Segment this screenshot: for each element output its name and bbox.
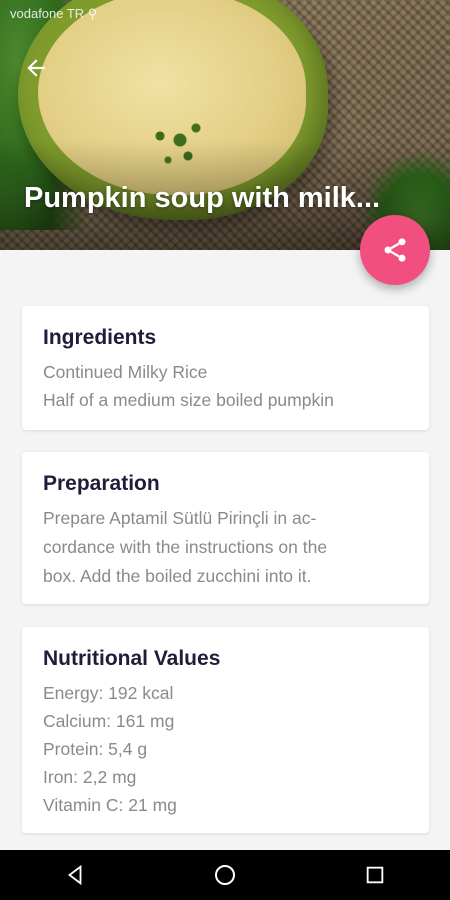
nutrition-item: Vitamin C: 21 mg	[43, 795, 177, 815]
recipe-title: Pumpkin soup with milk...	[24, 182, 381, 214]
system-navigation-bar	[0, 850, 450, 900]
back-button[interactable]	[20, 52, 52, 84]
preparation-line: cordance with the instructions on the	[43, 537, 328, 557]
ingredient-item: Half of a medium size boiled pumpkin	[43, 390, 334, 410]
ingredients-heading: Ingredients	[43, 326, 157, 349]
nutrition-item: Protein: 5,4 g	[43, 739, 148, 759]
share-icon	[384, 238, 406, 262]
nav-home-button[interactable]	[205, 855, 245, 895]
ingredients-card: Ingredients Continued Milky Rice Half of…	[22, 306, 429, 430]
status-bar: vodafone TR ⚲	[0, 0, 450, 26]
nutrition-item: Iron: 2,2 mg	[43, 767, 137, 787]
square-recents-icon	[366, 866, 384, 884]
carrier-label: vodafone TR ⚲	[10, 6, 98, 21]
nutrition-item: Energy: 192 kcal	[43, 683, 174, 703]
nav-recents-button[interactable]	[355, 855, 395, 895]
share-button[interactable]	[360, 215, 430, 285]
preparation-line: box. Add the boiled zucchini into it.	[43, 566, 312, 586]
arrow-left-icon	[27, 59, 45, 77]
nutrition-card: Nutritional Values Energy: 192 kcal Calc…	[22, 627, 429, 833]
preparation-card: Preparation Prepare Aptamil Sütlü Pirinç…	[22, 452, 429, 604]
ingredient-item: Continued Milky Rice	[43, 362, 208, 382]
preparation-line: Prepare Aptamil Sütlü Pirinçli in ac-	[43, 508, 317, 528]
circle-home-icon	[215, 865, 235, 885]
preparation-heading: Preparation	[43, 472, 160, 495]
nutrition-heading: Nutritional Values	[43, 647, 221, 670]
triangle-back-icon	[67, 864, 82, 886]
nutrition-item: Calcium: 161 mg	[43, 711, 175, 731]
nav-back-button[interactable]	[55, 855, 95, 895]
